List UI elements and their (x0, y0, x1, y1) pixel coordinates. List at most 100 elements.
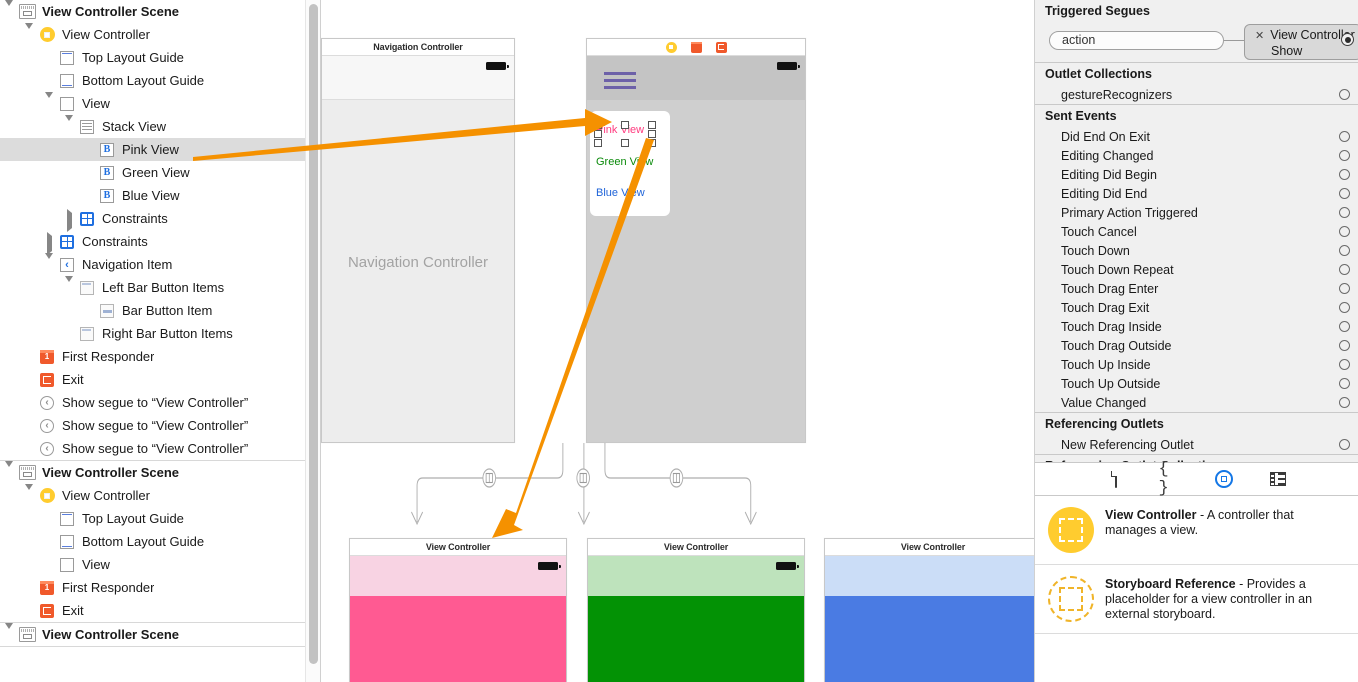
disclosure-triangle[interactable] (4, 460, 16, 486)
hamburger-menu-icon[interactable] (604, 72, 636, 93)
outline-row-view-controller[interactable]: View Controller (0, 483, 320, 509)
disclosure-triangle[interactable] (4, 0, 16, 25)
outline-row-right-bar-button-items[interactable]: Right Bar Button Items (0, 322, 320, 345)
code-snippet-library-tab[interactable]: { } (1159, 460, 1181, 498)
connection-row[interactable]: Touch Up Inside (1035, 355, 1358, 374)
outline-row-constraints[interactable]: Constraints (0, 207, 320, 232)
outline-row-bar-button-item[interactable]: Bar Button Item (0, 299, 320, 322)
stack-view-label-green[interactable]: Green View (596, 156, 653, 168)
scene-body[interactable] (350, 556, 566, 682)
connection-row[interactable]: Editing Did End (1035, 184, 1358, 203)
outline-row-pink-view[interactable]: B Pink View (0, 138, 320, 161)
connection-well[interactable] (1339, 397, 1350, 408)
connection-well[interactable] (1339, 264, 1350, 275)
connection-well[interactable] (1339, 439, 1350, 450)
connection-row[interactable]: Touch Cancel (1035, 222, 1358, 241)
disclosure-triangle[interactable] (4, 622, 16, 648)
outline-row-bottom-layout-guide[interactable]: Bottom Layout Guide (0, 69, 320, 92)
library-item[interactable]: View Controller - A controller that mana… (1035, 496, 1358, 565)
file-template-library-tab[interactable] (1105, 468, 1127, 490)
connection-well[interactable] (1339, 302, 1350, 313)
outline-row-blue-view[interactable]: B Blue View (0, 184, 320, 207)
connection-well[interactable] (1339, 150, 1350, 161)
scene-body[interactable] (825, 556, 1034, 682)
outline-row-first-responder[interactable]: 1 First Responder (0, 576, 320, 599)
first-responder-dock-icon[interactable] (690, 41, 702, 53)
outline-row-show-segue-to-view-controller[interactable]: ‹ Show segue to “View Controller” (0, 391, 320, 414)
disclosure-triangle[interactable] (24, 483, 36, 509)
outline-row-exit[interactable]: Exit (0, 599, 320, 622)
connection-row[interactable]: Touch Drag Inside (1035, 317, 1358, 336)
disclosure-triangle[interactable] (64, 275, 76, 301)
connection-well[interactable] (1339, 283, 1350, 294)
outline-row-top-layout-guide[interactable]: Top Layout Guide (0, 46, 320, 69)
outline-row-view-controller-scene[interactable]: View Controller Scene (0, 622, 320, 648)
inspector-sections[interactable]: Triggered Segues action ✕ View Controller Sh… (1035, 0, 1358, 462)
outline-row-bottom-layout-guide[interactable]: Bottom Layout Guide (0, 530, 320, 553)
green-view-controller-scene[interactable]: View Controller (587, 538, 805, 682)
outline-row-view-controller-scene[interactable]: View Controller Scene (0, 0, 320, 25)
connection-well[interactable] (1339, 226, 1350, 237)
disclosure-triangle[interactable] (44, 91, 56, 117)
scene-body[interactable] (588, 556, 804, 682)
outline-row-navigation-item[interactable]: ‹ Navigation Item (0, 252, 320, 278)
outline-row-view-controller-scene[interactable]: View Controller Scene (0, 460, 320, 486)
connection-row[interactable]: Touch Drag Outside (1035, 336, 1358, 355)
pink-view-controller-scene[interactable]: View Controller (349, 538, 567, 682)
connection-row[interactable]: Touch Down Repeat (1035, 260, 1358, 279)
connection-row[interactable]: Editing Did Begin (1035, 165, 1358, 184)
stack-view-popup[interactable]: Pink View Green View Blue View (590, 111, 670, 216)
connection-row[interactable]: Editing Changed (1035, 146, 1358, 165)
connection-well[interactable] (1339, 359, 1350, 370)
segue-action-pill[interactable]: action (1049, 31, 1224, 50)
connection-row[interactable]: Touch Drag Enter (1035, 279, 1358, 298)
stack-view-label-blue[interactable]: Blue View (596, 187, 645, 199)
connection-well[interactable] (1339, 207, 1350, 218)
outline-row-left-bar-button-items[interactable]: Left Bar Button Items (0, 275, 320, 301)
media-library-tab[interactable] (1267, 468, 1289, 490)
connection-row[interactable]: New Referencing Outlet (1035, 435, 1358, 454)
outline-row-exit[interactable]: Exit (0, 368, 320, 391)
connection-well[interactable] (1339, 245, 1350, 256)
connection-well[interactable] (1339, 340, 1350, 351)
selection-handles[interactable] (594, 121, 656, 147)
outline-row-green-view[interactable]: B Green View (0, 161, 320, 184)
main-view-controller-body[interactable]: Pink View Green View Blue View (587, 56, 805, 442)
disclosure-triangle[interactable] (64, 208, 76, 232)
library-item[interactable]: Storyboard Reference - Provides a placeh… (1035, 565, 1358, 634)
connection-row[interactable]: Primary Action Triggered (1035, 203, 1358, 222)
segue-connection-well[interactable] (1341, 33, 1354, 46)
document-outline-panel[interactable]: View Controller Scene View Controller Top … (0, 0, 320, 682)
connection-well[interactable] (1339, 188, 1350, 199)
connection-row[interactable]: Touch Up Outside (1035, 374, 1358, 393)
outline-row-view[interactable]: View (0, 91, 320, 117)
storyboard-canvas[interactable]: Navigation Controller Navigation Control… (320, 0, 1035, 682)
connection-row[interactable]: Touch Drag Exit (1035, 298, 1358, 317)
outline-row-view[interactable]: View (0, 553, 320, 576)
blue-view-controller-scene[interactable]: View Controller (824, 538, 1034, 682)
navigation-controller-scene[interactable]: Navigation Controller Navigation Control… (321, 38, 515, 443)
exit-dock-icon[interactable] (715, 41, 727, 53)
disclosure-triangle[interactable] (64, 114, 76, 140)
navigation-controller-body[interactable]: Navigation Controller (322, 56, 514, 442)
outline-scrollbar-thumb[interactable] (309, 4, 318, 664)
connection-row[interactable]: Value Changed (1035, 393, 1358, 412)
object-library-tab[interactable] (1213, 468, 1235, 490)
outline-row-view-controller[interactable]: View Controller (0, 22, 320, 48)
outline-tree[interactable]: View Controller Scene View Controller Top … (0, 0, 320, 648)
disclosure-triangle[interactable] (24, 22, 36, 48)
connection-well[interactable] (1339, 378, 1350, 389)
connection-row[interactable]: Touch Down (1035, 241, 1358, 260)
object-library-list[interactable]: View Controller - A controller that mana… (1035, 496, 1358, 682)
connection-row[interactable]: gestureRecognizers (1035, 85, 1358, 104)
view-controller-dock-icon[interactable] (665, 41, 677, 53)
main-view-controller-scene[interactable]: Pink View Green View Blue View (586, 38, 806, 443)
connection-well[interactable] (1339, 131, 1350, 142)
outline-row-constraints[interactable]: Constraints (0, 230, 320, 255)
connection-well[interactable] (1339, 169, 1350, 180)
disclosure-triangle[interactable] (44, 252, 56, 278)
triggered-segue-connection[interactable]: action ✕ View Controller Show (1035, 22, 1358, 62)
segue-target-box[interactable]: ✕ View Controller Show (1244, 24, 1358, 60)
outline-row-first-responder[interactable]: 1 First Responder (0, 345, 320, 368)
disconnect-icon[interactable]: ✕ (1255, 29, 1264, 42)
